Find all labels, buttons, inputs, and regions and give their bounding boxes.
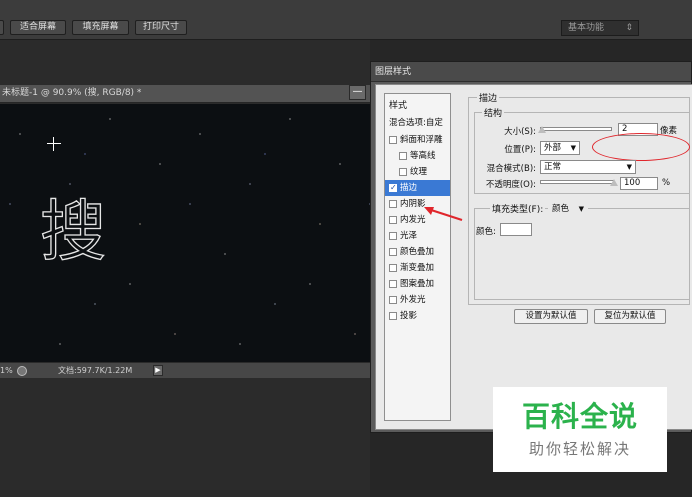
checkbox[interactable] [389,312,397,320]
size-label: 大小(S): [504,127,536,137]
red-arrow-annotation [424,207,463,222]
opacity-label: 不透明度(O): [485,180,536,190]
structure-group-title: 结构 [482,106,505,119]
style-item[interactable]: 图案叠加 [385,276,450,292]
status-globe-icon[interactable] [17,366,27,376]
chevron-down-icon: ▼ [578,205,584,213]
style-item-label: 渐变叠加 [400,263,435,273]
play-arrow-icon[interactable]: ▶ [153,365,163,376]
opacity-unit: % [662,178,671,188]
fill-screen-button[interactable]: 填充屏幕 [72,20,129,35]
style-item-label: 图案叠加 [400,279,435,289]
checkbox[interactable] [389,280,397,288]
style-item-label: 纹理 [410,167,428,177]
watermark-logo: 百科全说 助你轻松解决 [493,387,667,472]
checkbox[interactable] [399,168,407,176]
style-item[interactable]: 渐变叠加 [385,260,450,276]
style-item[interactable]: 纹理 [385,164,450,180]
blend-mode-label: 混合模式(B): [486,164,536,174]
size-slider[interactable] [540,127,612,131]
chevron-down-icon: ▼ [570,144,576,152]
star-flare [47,137,61,151]
size-slider-thumb[interactable] [538,126,546,133]
reset-default-button[interactable]: 复位为默认值 [594,309,666,324]
styles-header[interactable]: 样式 [389,99,407,113]
style-item-label: 投影 [400,311,418,321]
blend-options-item[interactable]: 混合选项:自定 [389,116,443,130]
checkbox[interactable] [389,136,397,144]
opacity-input[interactable]: 100 [620,177,658,190]
checked-checkbox[interactable] [389,180,397,196]
checkbox[interactable] [389,232,397,240]
stroke-color-swatch[interactable] [500,223,532,236]
style-item-label: 斜面和浮雕 [400,135,443,145]
opacity-slider[interactable] [540,180,614,184]
watermark-subtitle: 助你轻松解决 [528,440,631,458]
position-label: 位置(P): [504,145,536,155]
options-bar: 适合屏幕 填充屏幕 打印尺寸 基本功能 ⇕ [0,0,692,40]
style-item[interactable]: 光泽 [385,228,450,244]
layer-style-dialog: 图层样式 样式 混合选项:自定 斜面和浮雕等高线纹理描边内阴影内发光光泽颜色叠加… [370,61,692,433]
opacity-slider-thumb[interactable] [610,179,618,186]
document-tab[interactable]: 未标题-1 @ 90.9% (搜, RGB/8) * [0,85,370,103]
document-size-info: 文档:597.7K/1.22M [58,366,133,375]
red-circle-annotation [592,133,690,161]
checkbox[interactable] [389,216,397,224]
fill-type-label: 填充类型(F): [490,202,546,215]
checkbox[interactable] [389,200,397,208]
blend-mode-dropdown[interactable]: 正常 ▼ [540,160,636,174]
make-default-button[interactable]: 设置为默认值 [514,309,588,324]
workspace-label: 基本功能 [568,23,605,33]
blend-mode-value: 正常 [544,162,562,172]
style-item[interactable]: 投影 [385,308,450,324]
styles-list: 样式 混合选项:自定 斜面和浮雕等高线纹理描边内阴影内发光光泽颜色叠加渐变叠加图… [384,93,451,421]
style-item-label: 颜色叠加 [400,247,435,257]
chevron-down-icon: ▼ [626,163,632,171]
style-item[interactable]: 等高线 [385,148,450,164]
style-item[interactable]: 外发光 [385,292,450,308]
checkbox[interactable] [389,296,397,304]
style-item-label: 等高线 [410,151,436,161]
style-item-label: 外发光 [400,295,426,305]
fill-type-group [474,208,690,300]
status-bar: 1% 文档:597.7K/1.22M ▶ [0,362,370,378]
stroke-group-title: 描边 [477,91,500,104]
minimize-button[interactable]: — [349,85,366,100]
fill-type-value: 颜色 [552,204,570,214]
fit-screen-button[interactable]: 适合屏幕 [10,20,66,35]
options-button-partial[interactable] [0,20,4,35]
dialog-body: 样式 混合选项:自定 斜面和浮雕等高线纹理描边内阴影内发光光泽颜色叠加渐变叠加图… [375,84,692,430]
fill-type-dropdown[interactable]: 颜色 ▼ [548,202,588,216]
style-item[interactable]: 斜面和浮雕 [385,132,450,148]
print-size-button[interactable]: 打印尺寸 [135,20,187,35]
style-item[interactable]: 颜色叠加 [385,244,450,260]
checkbox[interactable] [389,248,397,256]
checkbox[interactable] [389,264,397,272]
workspace-select[interactable]: 基本功能 ⇕ [561,20,639,36]
style-item-label: 光泽 [400,231,418,241]
updown-arrow-icon: ⇕ [625,23,633,33]
position-dropdown[interactable]: 外部 ▼ [540,141,580,155]
zoom-readout[interactable]: 1% [0,363,13,378]
document-canvas[interactable]: 搜 [0,104,370,362]
style-item-label: 描边 [400,183,418,193]
position-value: 外部 [544,143,562,153]
checkbox[interactable] [399,152,407,160]
dialog-title: 图层样式 [371,62,691,82]
watermark-title: 百科全说 [521,400,638,433]
color-label: 颜色: [476,227,496,237]
stroked-text-layer: 搜 [39,193,106,270]
style-item[interactable]: 描边 [385,180,450,196]
